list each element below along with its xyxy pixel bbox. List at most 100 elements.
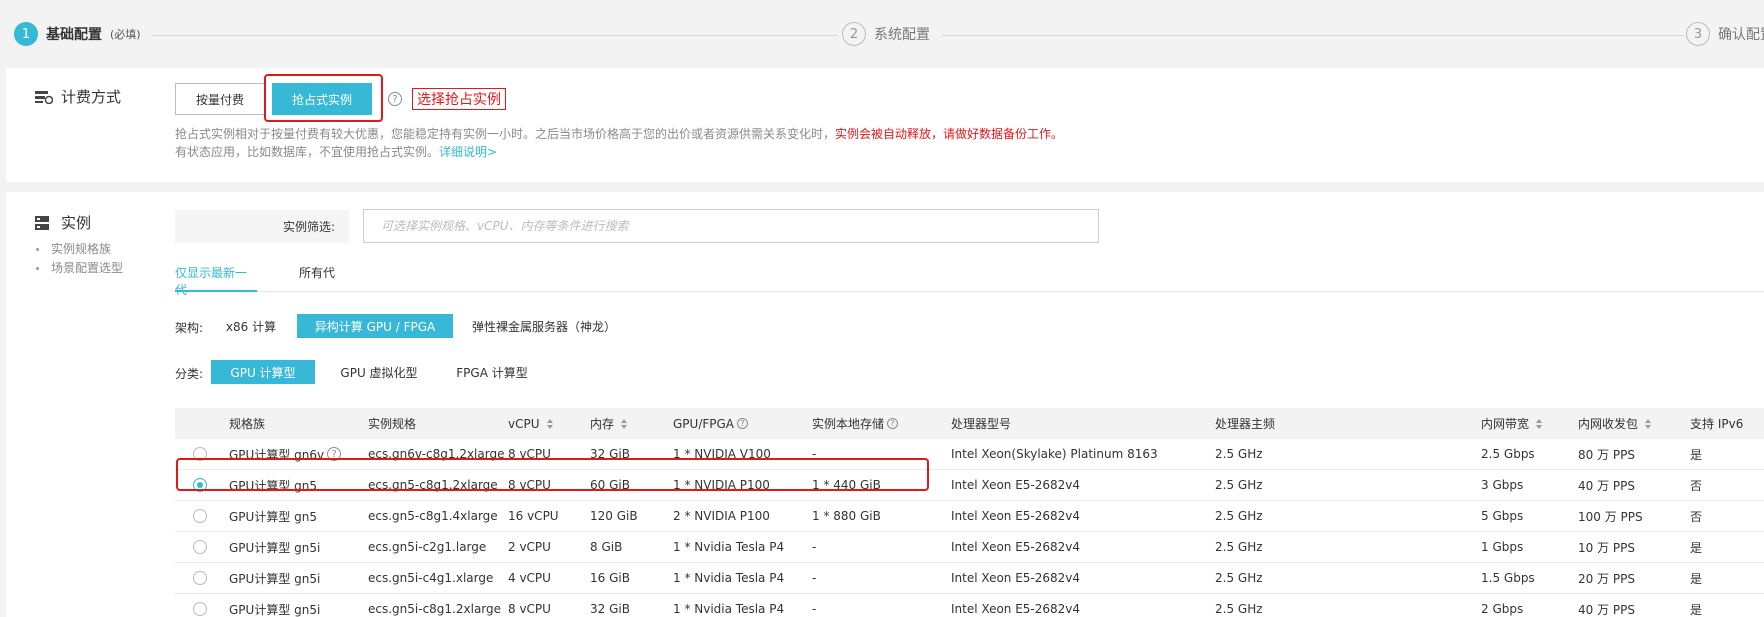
- cell-bandwidth: 2.5 Gbps: [1481, 439, 1535, 469]
- header-bandwidth[interactable]: 内网带宽: [1481, 408, 1543, 439]
- cell-freq: 2.5 GHz: [1215, 532, 1263, 562]
- cell-freq: 2.5 GHz: [1215, 563, 1263, 593]
- step-1-label: 基础配置: [46, 27, 102, 43]
- sort-icon: [621, 418, 628, 429]
- cell-storage: 1 * 880 GiB: [812, 501, 881, 531]
- step-1-sub: (必填): [110, 28, 141, 41]
- side-link-spec-family[interactable]: 实例规格族: [36, 240, 123, 259]
- cell-ipv6-text: 是: [1690, 447, 1703, 462]
- table-row[interactable]: GPU计算型 gn5i ecs.gn5i-c8g1.2xlarge 8 vCPU 32…: [175, 594, 1764, 617]
- tab-latest-generation[interactable]: 仅显示最新一代: [175, 262, 257, 297]
- table-row[interactable]: GPU计算型 gn5i ecs.gn5i-c4g1.xlarge 4 vCPU 16 …: [175, 563, 1764, 594]
- cell-storage-text: 1 * 880 GiB: [812, 509, 881, 523]
- header-pps-text: 内网收发包: [1578, 417, 1639, 431]
- billing-desc-warning: 实例会被自动释放，请做好数据备份工作。: [835, 127, 1064, 141]
- header-spec: 实例规格: [368, 417, 417, 431]
- table-row[interactable]: GPU计算型 gn5 ecs.gn5-c8g1.4xlarge 16 vCPU 120…: [175, 501, 1764, 532]
- cell-pps: 80 万 PPS: [1578, 439, 1635, 469]
- header-pps[interactable]: 内网收发包: [1578, 408, 1652, 439]
- cell-spec: ecs.gn5i-c8g1.2xlarge: [368, 594, 501, 617]
- step-2[interactable]: 2 系统配置: [842, 22, 930, 46]
- category-gpu-compute[interactable]: GPU 计算型: [211, 360, 315, 384]
- help-icon[interactable]: ?: [388, 92, 402, 106]
- cell-freq: 2.5 GHz: [1215, 470, 1263, 500]
- cell-memory-text: 8 GiB: [590, 540, 623, 554]
- header-family: 规格族: [229, 417, 266, 431]
- category-fpga[interactable]: FPGA 计算型: [447, 360, 537, 384]
- cell-bandwidth-text: 1 Gbps: [1481, 540, 1524, 554]
- annotation-label: 选择抢占实例: [412, 88, 506, 110]
- arch-x86[interactable]: x86 计算: [222, 314, 280, 338]
- header-bandwidth-text: 内网带宽: [1481, 417, 1530, 431]
- billing-title-text: 计费方式: [61, 88, 122, 106]
- cell-bandwidth-text: 5 Gbps: [1481, 509, 1524, 523]
- cell-storage-text: -: [812, 602, 817, 616]
- cell-ipv6-text: 否: [1690, 509, 1703, 524]
- row-radio[interactable]: [193, 602, 207, 616]
- instance-title-text: 实例: [61, 214, 92, 232]
- instance-filter-input[interactable]: [363, 209, 1099, 243]
- header-freq: 处理器主频: [1215, 417, 1276, 431]
- cell-spec: ecs.gn5i-c4g1.xlarge: [368, 563, 493, 593]
- header-vcpu[interactable]: vCPU: [508, 408, 553, 439]
- cell-vcpu: 16 vCPU: [508, 501, 559, 531]
- cell-ipv6-text: 是: [1690, 602, 1703, 617]
- cell-ipv6: 否: [1690, 501, 1702, 531]
- tab-all-generations[interactable]: 所有代: [299, 262, 349, 292]
- cell-memory: 8 GiB: [590, 532, 622, 562]
- cell-cpu: Intel Xeon E5-2682v4: [951, 532, 1080, 562]
- cell-vcpu: 4 vCPU: [508, 563, 551, 593]
- sort-icon: [1645, 418, 1652, 429]
- cell-cpu-text: Intel Xeon E5-2682v4: [951, 571, 1081, 585]
- cell-gpu: 1 * Nvidia Tesla P4: [673, 532, 784, 562]
- cell-memory-text: 16 GiB: [590, 571, 630, 585]
- help-icon[interactable]: ?: [737, 418, 749, 429]
- annotation-box-row: [176, 458, 929, 491]
- side-link-scenario[interactable]: 场景配置选型: [36, 259, 123, 278]
- row-radio[interactable]: [193, 571, 207, 585]
- table-row[interactable]: GPU计算型 gn5i ecs.gn5i-c2g1.large 2 vCPU 8 Gi…: [175, 532, 1764, 563]
- header-memory[interactable]: 内存: [590, 408, 628, 439]
- category-gpu-virtual[interactable]: GPU 虚拟化型: [329, 360, 429, 384]
- pay-as-you-go-button[interactable]: 按量付费: [175, 83, 265, 115]
- cell-gpu-text: 2 * NVIDIA P100: [673, 509, 770, 523]
- cell-vcpu-text: 4 vCPU: [508, 571, 551, 585]
- step-3[interactable]: 3 确认配置: [1686, 22, 1764, 46]
- cell-gpu: 1 * Nvidia Tesla P4: [673, 594, 784, 617]
- cell-memory: 16 GiB: [590, 563, 630, 593]
- billing-description: 抢占式实例相对于按量付费有较大优惠，您能稳定持有实例一小时。之后当市场价格高于您…: [175, 125, 1063, 142]
- cell-bandwidth-text: 2.5 Gbps: [1481, 447, 1535, 461]
- cell-cpu-text: Intel Xeon(Skylake) Platinum 8163: [951, 447, 1158, 461]
- cell-family-text: GPU计算型 gn5: [229, 509, 317, 524]
- step-1[interactable]: 1 基础配置 (必填): [14, 22, 141, 46]
- cell-storage-text: -: [812, 540, 817, 554]
- cell-gpu-text: 1 * Nvidia Tesla P4: [673, 602, 785, 616]
- cell-bandwidth-text: 3 Gbps: [1481, 478, 1524, 492]
- cell-pps: 40 万 PPS: [1578, 594, 1635, 617]
- row-radio-cell: [193, 532, 207, 562]
- help-icon[interactable]: ?: [887, 418, 899, 429]
- arch-gpu-fpga[interactable]: 异构计算 GPU / FPGA: [297, 314, 453, 338]
- cell-pps-text: 40 万 PPS: [1578, 478, 1635, 493]
- row-radio[interactable]: [193, 540, 207, 554]
- cell-ipv6: 是: [1690, 439, 1702, 469]
- cell-cpu: Intel Xeon E5-2682v4: [951, 501, 1080, 531]
- step-divider: [152, 35, 838, 36]
- cell-vcpu-text: 8 vCPU: [508, 602, 551, 616]
- arch-bare-metal[interactable]: 弹性裸金属服务器（神龙）: [469, 314, 619, 338]
- cell-pps-text: 100 万 PPS: [1578, 509, 1643, 524]
- cell-freq-text: 2.5 GHz: [1215, 478, 1263, 492]
- filter-label: 实例筛选:: [175, 210, 349, 243]
- details-link[interactable]: 详细说明>: [439, 145, 497, 159]
- spot-instance-button[interactable]: 抢占式实例: [272, 83, 372, 115]
- cell-cpu-text: Intel Xeon E5-2682v4: [951, 509, 1081, 523]
- row-radio[interactable]: [193, 509, 207, 523]
- cell-ipv6: 是: [1690, 532, 1702, 562]
- cell-pps-text: 10 万 PPS: [1578, 540, 1635, 555]
- cell-pps-text: 20 万 PPS: [1578, 571, 1635, 586]
- category-label: 分类:: [175, 367, 204, 381]
- header-cpu: 处理器型号: [951, 417, 1012, 431]
- cell-pps-text: 80 万 PPS: [1578, 447, 1635, 462]
- billing-description-2: 有状态应用，比如数据库，不宜使用抢占式实例。详细说明>: [175, 143, 497, 160]
- cell-bandwidth: 1.5 Gbps: [1481, 563, 1535, 593]
